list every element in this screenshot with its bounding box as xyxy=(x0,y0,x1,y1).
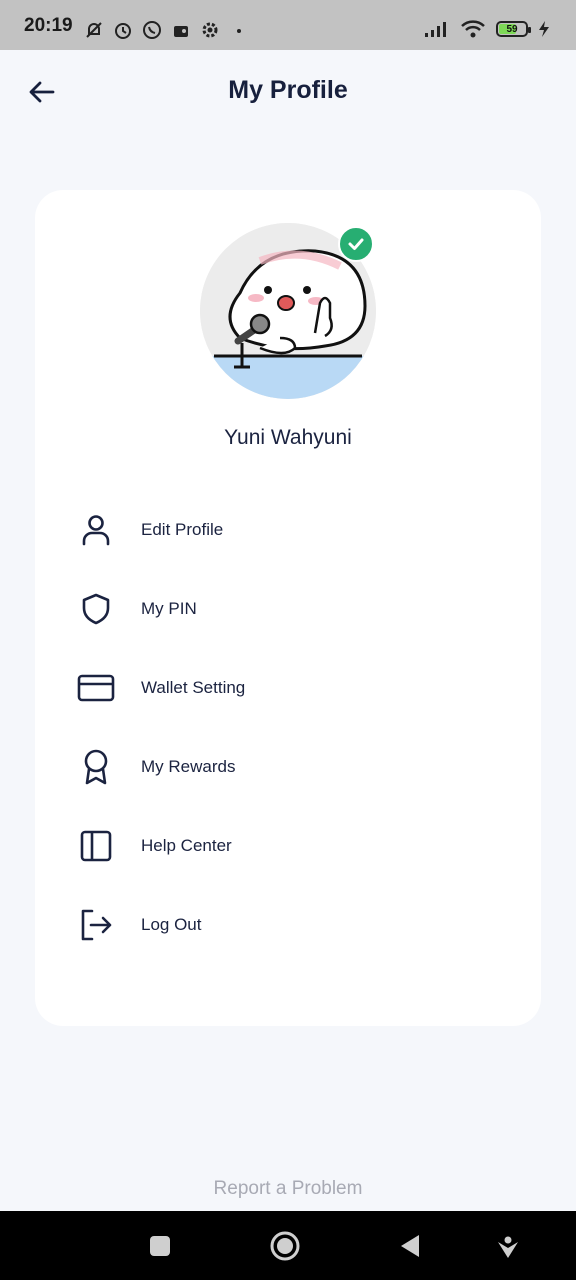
settings-gear-icon xyxy=(200,20,220,40)
battery-level: 59 xyxy=(506,23,518,35)
menu-item-label: Log Out xyxy=(141,914,202,934)
bell-off-icon xyxy=(84,20,104,40)
back-triangle-icon xyxy=(401,1235,419,1257)
charging-icon xyxy=(538,19,550,39)
radio-icon xyxy=(171,20,191,40)
user-icon xyxy=(75,509,117,551)
menu-item-label: Wallet Setting xyxy=(141,677,246,697)
battery-icon: 59 xyxy=(496,21,531,37)
status-time: 20:19 xyxy=(24,15,73,36)
menu-item-label: My Rewards xyxy=(141,756,236,776)
check-icon xyxy=(348,238,364,250)
home-icon xyxy=(270,1231,300,1261)
alarm-icon xyxy=(113,20,133,40)
recent-apps-icon xyxy=(150,1236,170,1256)
wifi-icon xyxy=(460,19,486,39)
menu-item-edit-profile[interactable]: Edit Profile xyxy=(75,490,505,569)
dot-icon xyxy=(229,20,249,40)
system-nav-bar xyxy=(0,1211,576,1280)
signal-icon xyxy=(424,19,450,39)
down-arrow-button[interactable] xyxy=(491,1229,525,1263)
profile-card: Yuni Wahyuni Edit Profile My PIN Wallet … xyxy=(35,190,541,1026)
menu-item-wallet-setting[interactable]: Wallet Setting xyxy=(75,648,505,727)
logout-icon xyxy=(75,904,117,946)
menu-item-label: My PIN xyxy=(141,598,197,618)
menu-item-label: Edit Profile xyxy=(141,519,224,539)
status-icons-right: 59 xyxy=(424,19,550,39)
menu-item-my-rewards[interactable]: My Rewards xyxy=(75,727,505,806)
sidebar-panel-icon xyxy=(75,825,117,867)
report-problem-link[interactable]: Report a Problem xyxy=(0,1178,576,1200)
page-title: My Profile xyxy=(228,76,348,104)
battery-cap xyxy=(528,27,531,33)
status-bar: 20:19 59 xyxy=(0,0,576,50)
menu-item-help-center[interactable]: Help Center xyxy=(75,806,505,885)
menu-item-log-out[interactable]: Log Out xyxy=(75,885,505,964)
menu-item-my-pin[interactable]: My PIN xyxy=(75,569,505,648)
menu-item-label: Help Center xyxy=(141,835,232,855)
home-button[interactable] xyxy=(268,1229,302,1263)
status-icons-left xyxy=(84,20,249,40)
recent-apps-button[interactable] xyxy=(143,1229,177,1263)
user-name: Yuni Wahyuni xyxy=(224,426,352,449)
down-arrow-icon xyxy=(498,1236,518,1258)
back-nav-button[interactable] xyxy=(393,1229,427,1263)
verified-badge xyxy=(338,226,374,262)
whatsapp-icon xyxy=(142,20,162,40)
profile-menu: Edit Profile My PIN Wallet Setting My Re… xyxy=(75,490,505,964)
award-icon xyxy=(75,746,117,788)
credit-card-icon xyxy=(75,667,117,709)
shield-icon xyxy=(75,588,117,630)
